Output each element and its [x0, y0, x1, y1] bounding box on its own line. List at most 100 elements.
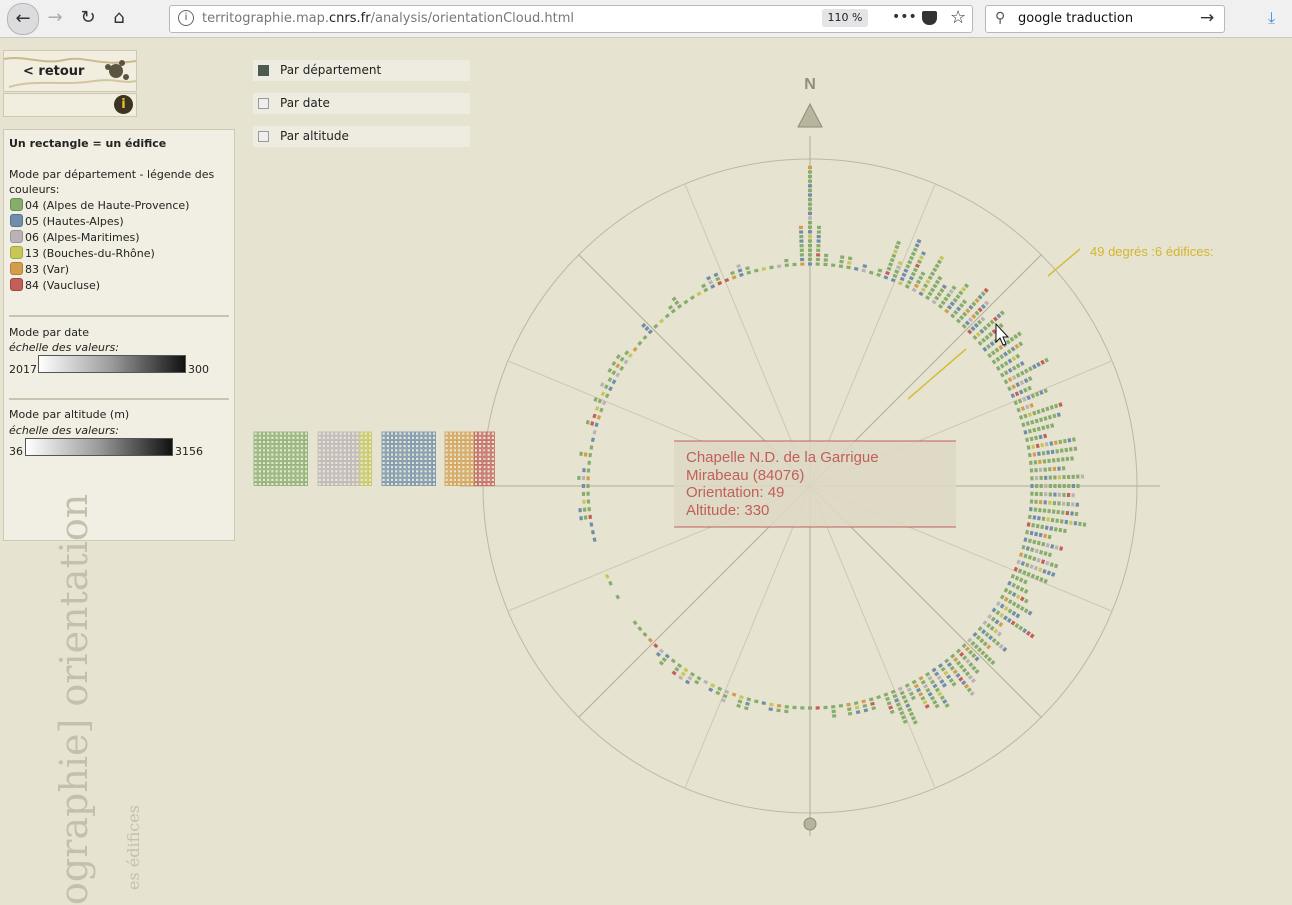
unoriented-building-mark[interactable] — [394, 481, 399, 486]
unoriented-building-mark[interactable] — [321, 473, 326, 478]
unoriented-building-mark[interactable] — [261, 456, 266, 461]
building-mark[interactable] — [1054, 545, 1059, 550]
building-mark[interactable] — [671, 670, 677, 676]
unoriented-building-mark[interactable] — [394, 460, 399, 465]
unoriented-building-mark[interactable] — [385, 473, 390, 478]
building-mark[interactable] — [1067, 484, 1071, 488]
unoriented-building-mark[interactable] — [490, 456, 495, 461]
unoriented-building-mark[interactable] — [287, 469, 292, 474]
building-mark[interactable] — [588, 514, 593, 520]
unoriented-building-mark[interactable] — [303, 439, 308, 444]
building-mark[interactable] — [815, 257, 820, 262]
unoriented-building-mark[interactable] — [334, 477, 339, 482]
unoriented-building-mark[interactable] — [363, 469, 368, 474]
unoriented-building-mark[interactable] — [325, 431, 330, 436]
unoriented-building-mark[interactable] — [291, 448, 296, 453]
unoriented-building-mark[interactable] — [291, 431, 296, 436]
building-mark[interactable] — [674, 666, 680, 672]
building-mark[interactable] — [868, 270, 874, 275]
building-mark[interactable] — [808, 706, 812, 710]
building-mark[interactable] — [927, 691, 933, 697]
building-mark[interactable] — [918, 691, 924, 697]
building-mark[interactable] — [1048, 492, 1052, 497]
building-mark[interactable] — [671, 296, 677, 302]
building-mark[interactable] — [1053, 527, 1058, 532]
building-mark[interactable] — [896, 240, 901, 245]
unoriented-building-mark[interactable] — [317, 456, 322, 461]
building-mark[interactable] — [921, 251, 926, 256]
unoriented-building-mark[interactable] — [342, 431, 347, 436]
unoriented-building-mark[interactable] — [270, 456, 275, 461]
building-mark[interactable] — [991, 637, 997, 644]
building-mark[interactable] — [914, 263, 920, 269]
unoriented-building-mark[interactable] — [486, 460, 491, 465]
building-mark[interactable] — [939, 255, 945, 261]
building-mark[interactable] — [816, 225, 822, 230]
building-mark[interactable] — [1023, 598, 1029, 604]
building-mark[interactable] — [982, 641, 988, 647]
unoriented-building-mark[interactable] — [381, 460, 386, 465]
building-mark[interactable] — [944, 308, 950, 314]
unoriented-building-mark[interactable] — [389, 477, 394, 482]
unoriented-building-mark[interactable] — [253, 477, 258, 482]
building-mark[interactable] — [853, 266, 859, 271]
unoriented-building-mark[interactable] — [478, 439, 483, 444]
building-mark[interactable] — [970, 640, 976, 646]
building-mark[interactable] — [776, 703, 782, 708]
unoriented-building-mark[interactable] — [346, 469, 351, 474]
unoriented-building-mark[interactable] — [402, 477, 407, 482]
building-mark[interactable] — [986, 322, 992, 328]
unoriented-building-mark[interactable] — [342, 469, 347, 474]
building-mark[interactable] — [975, 635, 981, 641]
building-mark[interactable] — [904, 683, 910, 688]
unoriented-building-mark[interactable] — [355, 431, 360, 436]
unoriented-building-mark[interactable] — [385, 469, 390, 474]
building-mark[interactable] — [961, 286, 967, 292]
building-mark[interactable] — [963, 283, 970, 289]
unoriented-building-mark[interactable] — [427, 431, 432, 436]
building-mark[interactable] — [816, 253, 821, 257]
unoriented-building-mark[interactable] — [415, 448, 420, 453]
unoriented-building-mark[interactable] — [317, 439, 322, 444]
unoriented-building-mark[interactable] — [398, 435, 403, 440]
unoriented-building-mark[interactable] — [394, 448, 399, 453]
unoriented-building-mark[interactable] — [457, 435, 462, 440]
building-mark[interactable] — [599, 407, 604, 413]
building-mark[interactable] — [894, 244, 900, 250]
building-mark[interactable] — [680, 671, 686, 677]
unoriented-building-mark[interactable] — [415, 431, 420, 436]
building-mark[interactable] — [586, 484, 590, 488]
unoriented-building-mark[interactable] — [334, 452, 339, 457]
unoriented-building-mark[interactable] — [490, 439, 495, 444]
unoriented-building-mark[interactable] — [473, 444, 478, 449]
unoriented-building-mark[interactable] — [291, 444, 296, 449]
building-mark[interactable] — [715, 276, 721, 282]
unoriented-building-mark[interactable] — [423, 431, 428, 436]
unoriented-building-mark[interactable] — [389, 473, 394, 478]
unoriented-building-mark[interactable] — [338, 481, 343, 486]
building-mark[interactable] — [920, 695, 926, 701]
building-mark[interactable] — [1015, 363, 1021, 369]
unoriented-building-mark[interactable] — [278, 452, 283, 457]
unoriented-building-mark[interactable] — [303, 473, 308, 478]
unoriented-building-mark[interactable] — [490, 481, 495, 486]
unoriented-building-mark[interactable] — [478, 448, 483, 453]
unoriented-building-mark[interactable] — [334, 481, 339, 486]
building-mark[interactable] — [1053, 492, 1057, 497]
building-mark[interactable] — [854, 705, 860, 710]
unoriented-building-mark[interactable] — [457, 477, 462, 482]
building-mark[interactable] — [592, 413, 597, 419]
building-mark[interactable] — [1062, 528, 1067, 534]
unoriented-building-mark[interactable] — [423, 460, 428, 465]
unoriented-building-mark[interactable] — [385, 439, 390, 444]
building-mark[interactable] — [615, 372, 621, 378]
unoriented-building-mark[interactable] — [469, 477, 474, 482]
building-mark[interactable] — [971, 313, 977, 319]
building-mark[interactable] — [658, 660, 664, 666]
unoriented-building-mark[interactable] — [270, 481, 275, 486]
unoriented-building-mark[interactable] — [473, 431, 478, 436]
building-mark[interactable] — [1039, 484, 1043, 488]
unoriented-building-mark[interactable] — [478, 435, 483, 440]
building-mark[interactable] — [948, 289, 954, 294]
building-mark[interactable] — [1018, 625, 1024, 631]
